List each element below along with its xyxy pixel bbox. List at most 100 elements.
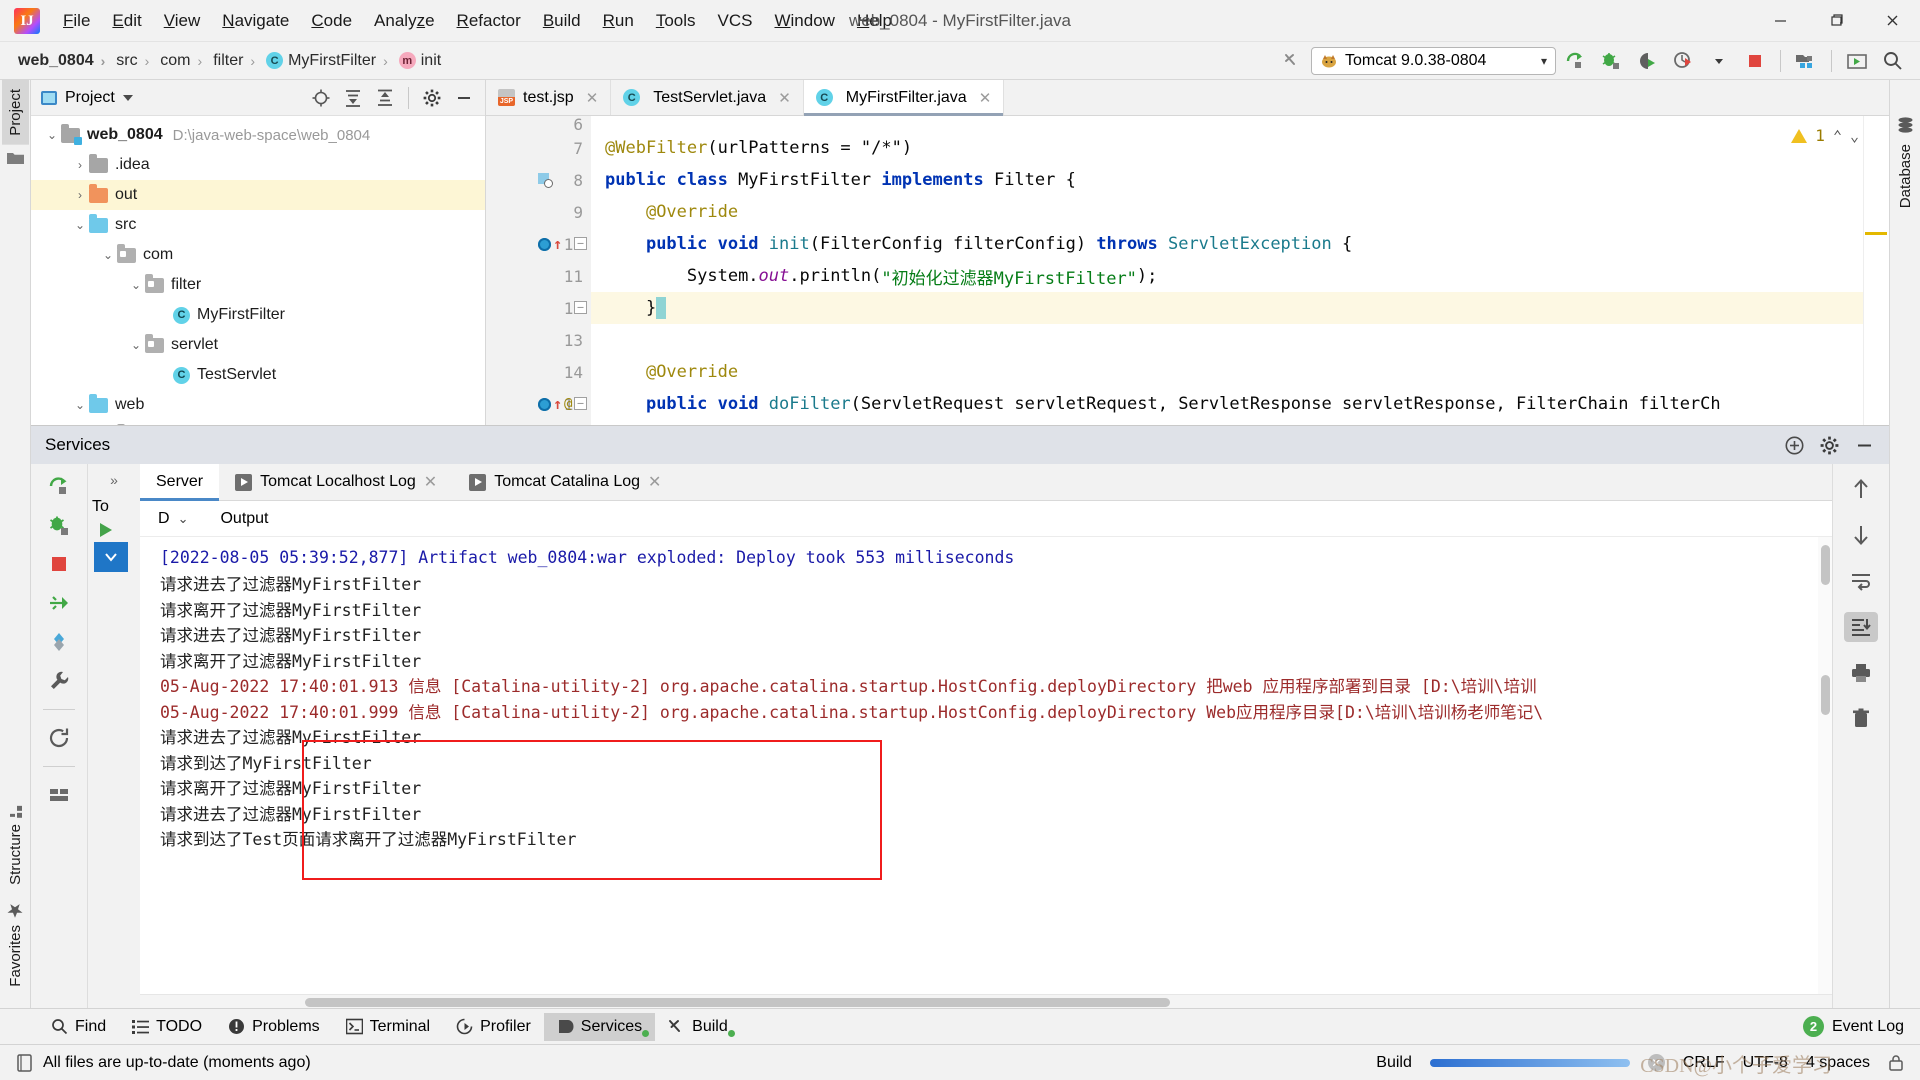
chevron-down-icon[interactable]: ⌄ [127, 278, 145, 292]
tool-window-services[interactable]: Services [543, 1012, 656, 1041]
services-tree[interactable]: » To [88, 464, 140, 1008]
expand-all-icon[interactable] [338, 84, 368, 112]
close-icon[interactable]: ✕ [586, 89, 599, 107]
chevron-right-icon[interactable]: › [71, 188, 89, 202]
sidebar-item-project[interactable]: Project [1, 80, 29, 145]
deploy-icon[interactable] [44, 589, 74, 617]
breakpoint-and-override-marker[interactable]: ↑ @ [538, 395, 572, 413]
wrench-icon[interactable] [44, 667, 74, 695]
select-run-configuration-icon[interactable] [1840, 46, 1874, 76]
tool-window-build[interactable]: Build [655, 1013, 741, 1041]
rerun-icon[interactable] [44, 472, 74, 500]
edit-configurations-icon[interactable] [44, 628, 74, 656]
code-fold-icon[interactable]: – [574, 237, 587, 250]
services-tab-server[interactable]: Server [140, 464, 220, 501]
scroll-to-end-icon[interactable] [1844, 612, 1878, 642]
scroll-up-icon[interactable] [1844, 474, 1878, 504]
menu-bar[interactable]: FFileile Edit View Navigate Code Analyze… [52, 7, 903, 35]
soft-wrap-icon[interactable] [1844, 566, 1878, 596]
tool-window-problems[interactable]: Problems [215, 1013, 333, 1041]
sidebar-item-database[interactable]: Database [1892, 135, 1919, 217]
tree-row-com[interactable]: ⌄ com [31, 240, 485, 270]
encoding-status[interactable]: UTF-8 [1743, 1054, 1788, 1072]
clear-all-icon[interactable] [1844, 704, 1878, 734]
project-panel-title-group[interactable]: Project [37, 89, 133, 107]
tree-row-myfirstfilter[interactable]: C MyFirstFilter [31, 300, 485, 330]
breadcrumb-item-method[interactable]: m init [397, 50, 443, 72]
tool-window-terminal[interactable]: Terminal [333, 1013, 443, 1041]
hide-panel-icon[interactable] [1854, 435, 1875, 456]
lock-icon[interactable] [1888, 1054, 1904, 1072]
tree-row-webinf[interactable]: ⌄ WEB-INF [31, 420, 485, 425]
code-fold-icon[interactable]: – [574, 397, 587, 410]
tree-row-src[interactable]: ⌄ src [31, 210, 485, 240]
profile-icon[interactable] [1666, 46, 1700, 76]
breadcrumb-item-com[interactable]: com › [158, 50, 211, 72]
breakpoint-icon[interactable] [538, 397, 551, 411]
build-hammer-icon[interactable] [1275, 46, 1309, 76]
editor-tab-myfirstfilter-java[interactable]: C MyFirstFilter.java ✕ [803, 80, 1005, 116]
cancel-build-icon[interactable]: ✕ [1647, 1054, 1665, 1071]
breadcrumb-item-src[interactable]: src › [114, 50, 158, 72]
debug-icon[interactable] [1594, 46, 1628, 76]
editor-text-area[interactable]: 6 7 8 9 ↑ – 11 — 13 14 ↑ @ – @WebFilter … [486, 116, 1889, 425]
chevron-down-icon[interactable] [122, 94, 133, 101]
chevron-down-icon[interactable]: ⌄ [99, 248, 117, 262]
services-tree-node[interactable]: To [88, 488, 140, 516]
debug-icon[interactable] [44, 511, 74, 539]
menu-edit[interactable]: Edit [101, 7, 152, 35]
tool-window-todo[interactable]: TODO [119, 1013, 215, 1041]
stop-icon[interactable] [44, 550, 74, 578]
tree-row-module[interactable]: ⌄ web_0804 D:\java-web-space\web_0804 [31, 120, 485, 150]
editor-tab-testservlet-java[interactable]: C TestServlet.java ✕ [611, 80, 804, 115]
gear-icon[interactable] [1819, 435, 1840, 456]
scrollbar-thumb-secondary[interactable] [1821, 675, 1830, 715]
implements-marker-icon[interactable] [538, 172, 553, 188]
close-icon[interactable]: ✕ [648, 472, 661, 492]
console-horizontal-scrollbar[interactable] [140, 994, 1832, 1008]
services-tree-expand-toggle[interactable] [94, 542, 128, 572]
tree-row-out[interactable]: › out [31, 180, 485, 210]
editor-tab-test-jsp[interactable]: test.jsp ✕ [486, 80, 612, 115]
menu-view[interactable]: View [153, 7, 212, 35]
scrollbar-thumb[interactable] [305, 998, 1170, 1007]
breadcrumb-item-project[interactable]: web_0804 › [16, 50, 114, 72]
collapse-all-icon[interactable] [370, 84, 400, 112]
annotation-marker-icon[interactable]: @ [564, 396, 572, 412]
minimize-button[interactable] [1752, 0, 1808, 42]
scrollbar-thumb[interactable] [1821, 545, 1830, 585]
console-output-dropdown[interactable]: D ⌄ [148, 510, 198, 528]
editor-code[interactable]: @WebFilter (urlPatterns = "/*") public cl… [591, 116, 1889, 425]
tree-row-web[interactable]: ⌄ web [31, 390, 485, 420]
maximize-button[interactable] [1808, 0, 1864, 42]
previous-problem-icon[interactable]: ⌃ [1833, 127, 1842, 145]
override-method-icon[interactable]: ↑ [553, 235, 562, 253]
close-button[interactable] [1864, 0, 1920, 42]
overflow-icon[interactable]: » [88, 464, 140, 488]
close-icon[interactable]: ✕ [778, 89, 791, 107]
tool-window-profiler[interactable]: Profiler [443, 1013, 544, 1041]
locate-icon[interactable] [306, 84, 336, 112]
run-icon[interactable] [1558, 46, 1592, 76]
run-configuration-selector[interactable]: Tomcat 9.0.38-0804 ▾ [1311, 46, 1556, 75]
tree-row-filter[interactable]: ⌄ filter [31, 270, 485, 300]
run-with-coverage-icon[interactable] [1630, 46, 1664, 76]
editor-inspection-strip[interactable] [1863, 116, 1889, 425]
menu-file[interactable]: FFileile [52, 7, 101, 35]
event-log-area[interactable]: 2 Event Log [1802, 1016, 1920, 1037]
chevron-down-icon[interactable]: ⌄ [127, 338, 145, 352]
line-separator-status[interactable]: CRLF [1683, 1054, 1725, 1072]
menu-window[interactable]: Window [763, 7, 845, 35]
menu-refactor[interactable]: Refactor [446, 7, 532, 35]
editor-gutter[interactable]: 6 7 8 9 ↑ – 11 — 13 14 ↑ @ – [486, 116, 591, 425]
menu-help[interactable]: Help [846, 7, 903, 35]
breadcrumb-item-class[interactable]: C MyFirstFilter › [264, 50, 397, 72]
close-icon[interactable]: ✕ [424, 472, 437, 492]
console-output[interactable]: [2022-08-05 05:39:52,877] Artifact web_0… [140, 537, 1832, 994]
console-vertical-scrollbar[interactable] [1818, 537, 1832, 994]
chevron-right-icon[interactable]: › [71, 158, 89, 172]
breakpoint-and-override-marker[interactable]: ↑ [538, 235, 562, 253]
override-method-icon[interactable]: ↑ [553, 395, 562, 413]
chevron-down-icon[interactable]: ⌄ [43, 128, 61, 142]
breakpoint-icon[interactable] [538, 237, 551, 251]
